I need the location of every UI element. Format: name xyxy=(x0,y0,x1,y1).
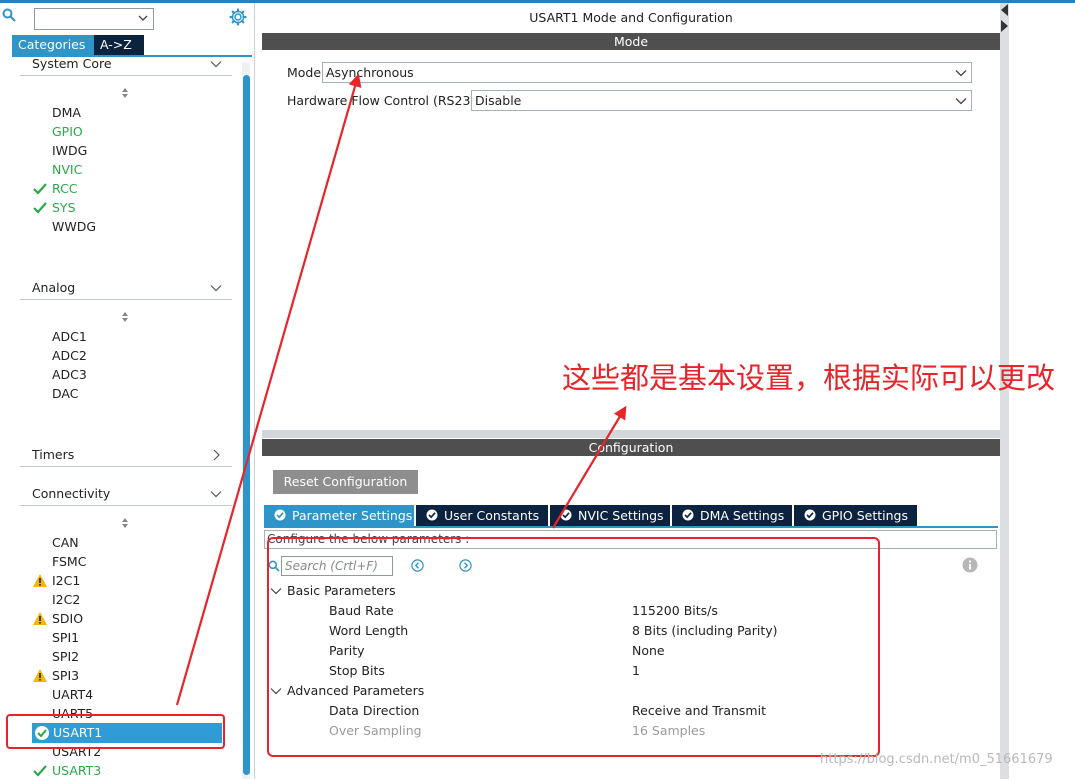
check-circle-icon xyxy=(274,509,286,521)
category-system-core[interactable]: System Core xyxy=(20,53,232,76)
configuration-section-header: Configuration xyxy=(262,439,1000,456)
warning-icon xyxy=(33,612,47,625)
watermark: https://blog.csdn.net/m0_51661679 xyxy=(820,752,1053,767)
tab-dma-settings[interactable]: DMA Settings xyxy=(672,505,792,526)
list-item[interactable]: ADC2 xyxy=(52,346,87,365)
check-circle-icon xyxy=(682,509,694,521)
list-item[interactable]: SYS xyxy=(52,198,76,217)
chevron-down-icon[interactable] xyxy=(955,67,967,79)
tab-nvic-settings[interactable]: NVIC Settings xyxy=(550,505,670,526)
collapse-right-icon[interactable] xyxy=(1001,20,1008,32)
list-item[interactable]: WWDG xyxy=(52,217,96,236)
check-icon xyxy=(33,183,47,195)
list-item[interactable]: FSMC xyxy=(52,552,86,571)
chevron-down-icon xyxy=(210,491,222,498)
mode-label: Mode xyxy=(287,65,322,80)
chevron-down-icon[interactable] xyxy=(137,12,149,24)
warning-icon xyxy=(33,574,47,587)
list-item[interactable]: ADC1 xyxy=(52,327,87,346)
annotation-text: 这些都是基本设置，根据实际可以更改 xyxy=(562,361,1056,395)
list-item[interactable]: USART3 xyxy=(52,761,101,780)
tab-categories[interactable]: Categories xyxy=(12,35,94,55)
category-analog[interactable]: Analog xyxy=(20,277,232,300)
category-search-combo[interactable] xyxy=(34,8,154,30)
list-item[interactable]: CAN xyxy=(52,533,79,552)
list-item[interactable]: DMA xyxy=(52,103,81,122)
annotation-highlight-usart1 xyxy=(6,714,225,749)
sort-icon[interactable] xyxy=(120,311,130,323)
chevron-down-icon xyxy=(210,61,222,68)
list-item[interactable]: I2C2 xyxy=(52,590,80,609)
splitter[interactable] xyxy=(262,430,1000,438)
tab-a-z[interactable]: A->Z xyxy=(94,35,144,55)
info-icon[interactable] xyxy=(962,557,978,573)
chevron-down-icon xyxy=(210,285,222,292)
chevron-right-icon xyxy=(213,449,220,461)
search-icon[interactable] xyxy=(2,8,16,22)
tab-gpio-settings[interactable]: GPIO Settings xyxy=(794,505,917,526)
collapse-left-icon[interactable] xyxy=(1001,4,1008,16)
list-item[interactable]: SPI2 xyxy=(52,647,79,666)
list-item[interactable]: NVIC xyxy=(52,160,82,179)
mode-select[interactable]: Asynchronous xyxy=(322,62,972,83)
reset-configuration-button[interactable]: Reset Configuration xyxy=(273,470,418,494)
tab-user-constants[interactable]: User Constants xyxy=(416,505,548,526)
list-item[interactable]: SPI1 xyxy=(52,628,79,647)
check-circle-icon xyxy=(804,509,816,521)
tab-parameter-settings[interactable]: Parameter Settings xyxy=(264,505,414,526)
check-icon xyxy=(33,765,47,777)
tab-underline xyxy=(264,526,998,528)
chevron-down-icon[interactable] xyxy=(955,95,967,107)
warning-icon xyxy=(33,669,47,682)
mode-section-header: Mode xyxy=(262,33,1000,50)
list-item[interactable]: SPI3 xyxy=(52,666,79,685)
category-timers[interactable]: Timers xyxy=(20,444,232,467)
list-item[interactable]: IWDG xyxy=(52,141,87,160)
hardware-flow-control-label: Hardware Flow Control (RS232) xyxy=(287,93,484,108)
category-connectivity[interactable]: Connectivity xyxy=(20,483,232,506)
left-panel: Categories A->Z System Core DMA GPIO IWD… xyxy=(0,3,255,779)
gear-icon[interactable] xyxy=(229,8,247,26)
sort-icon[interactable] xyxy=(120,87,130,99)
list-item[interactable]: ADC3 xyxy=(52,365,87,384)
scrollbar-thumb[interactable] xyxy=(243,75,250,775)
list-item[interactable]: UART4 xyxy=(52,685,93,704)
page-title: USART1 Mode and Configuration xyxy=(529,10,733,25)
list-item[interactable]: GPIO xyxy=(52,122,83,141)
sort-icon[interactable] xyxy=(120,517,130,529)
check-circle-icon xyxy=(560,509,572,521)
list-item[interactable]: SDIO xyxy=(52,609,83,628)
check-icon xyxy=(33,202,47,214)
annotation-highlight-parameters xyxy=(267,537,880,757)
list-item[interactable]: RCC xyxy=(52,179,78,198)
hardware-flow-control-select[interactable]: Disable xyxy=(471,90,972,111)
list-item[interactable]: DAC xyxy=(52,384,78,403)
list-item[interactable]: I2C1 xyxy=(52,571,80,590)
check-circle-icon xyxy=(426,509,438,521)
